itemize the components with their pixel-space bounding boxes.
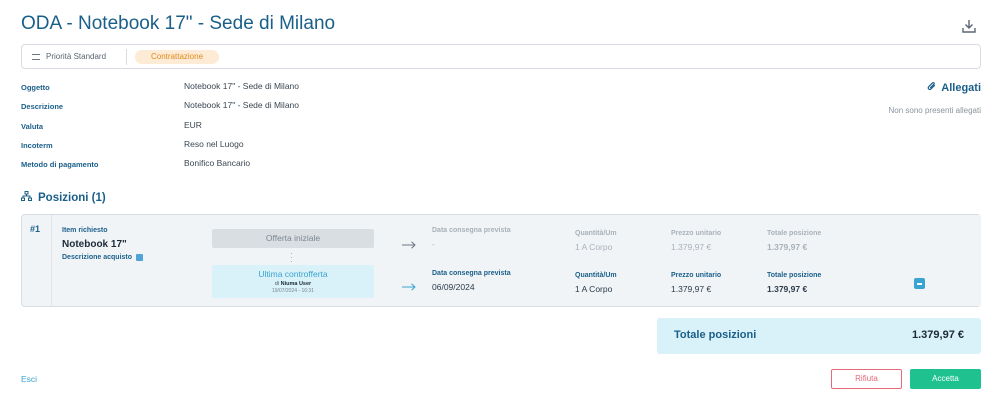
attachments-title: Allegati <box>941 82 981 94</box>
column-value: 1 A Corpo <box>575 242 613 252</box>
vertical-dots-icon: · · · <box>290 249 293 266</box>
column-header: Totale posizione <box>767 272 822 279</box>
download-icon[interactable] <box>961 18 977 34</box>
totals-label: Totale posizioni <box>674 329 757 341</box>
initial-unit-price: Prezzo unitario 1.379,97 € <box>671 230 721 252</box>
column-value: 1.379,97 € <box>671 242 712 252</box>
counteroffer-unit-price: Prezzo unitario 1.379,97 € <box>671 272 721 294</box>
field-label: Descrizione <box>21 102 64 111</box>
hierarchy-icon <box>21 191 32 204</box>
position-index: #1 <box>30 224 41 234</box>
column-header: Quantità/Um <box>575 272 617 279</box>
counteroffer-author-prefix: di <box>274 281 280 287</box>
counteroffer-datetime: 19/07/2024 - 16:31 <box>272 288 314 294</box>
attachments-header[interactable]: Allegati <box>927 81 981 95</box>
field-label: Incoterm <box>21 141 53 150</box>
counteroffer-quantity: Quantità/Um 1 A Corpo <box>575 272 617 294</box>
accept-button[interactable]: Accetta <box>910 369 981 389</box>
field-value: EUR <box>184 120 202 130</box>
field-label: Metodo di pagamento <box>21 160 99 169</box>
position-body: Item richiesto Notebook 17" Descrizione … <box>51 215 981 306</box>
column-header: Prezzo unitario <box>671 230 722 237</box>
field-label: Oggetto <box>21 83 50 92</box>
field-label: Valuta <box>21 122 44 131</box>
counteroffer-position-total: Totale posizione 1.379,97 € <box>767 272 821 294</box>
field-descrizione: Descrizione Notebook 17" - Sede di Milan… <box>21 99 421 113</box>
status-bar: Priorità Standard Contrattazione <box>21 44 981 69</box>
initial-quantity: Quantità/Um 1 A Corpo <box>575 230 617 252</box>
priority-label: Priorità Standard <box>46 52 107 61</box>
positions-title: Posizioni (1) <box>21 191 106 204</box>
page-title: ODA - Notebook 17" - Sede di Milano <box>21 13 336 34</box>
purchase-description-label: Descrizione acquisto <box>62 254 133 261</box>
arrow-right-icon <box>402 278 416 291</box>
requested-item-name: Notebook 17" <box>62 239 127 250</box>
column-header: Prezzo unitario <box>671 272 722 279</box>
field-value: Notebook 17" - Sede di Milano <box>184 81 300 91</box>
field-oggetto: Oggetto Notebook 17" - Sede di Milano <box>21 80 421 94</box>
column-value: 1.379,97 € <box>767 284 808 294</box>
last-counteroffer-box: Ultima controfferta di Niuma User 19/07/… <box>212 265 374 298</box>
priority-icon <box>32 53 40 60</box>
arrow-right-icon <box>402 236 416 249</box>
column-header: Data consegna prevista <box>432 270 511 277</box>
column-value: 06/09/2024 <box>432 282 475 292</box>
column-header: Quantità/Um <box>575 230 617 237</box>
field-incoterm: Incoterm Reso nel Luogo <box>21 138 421 152</box>
column-header: Totale posizione <box>767 230 822 237</box>
counteroffer-author: di Niuma User <box>212 281 374 287</box>
column-value: - <box>432 239 435 249</box>
counteroffer-delivery-date: Data consegna prevista 06/09/2024 <box>432 270 511 292</box>
initial-delivery-date: Data consegna prevista - <box>432 227 511 249</box>
totals-value: 1.379,97 € <box>912 329 964 341</box>
field-metodo-pagamento: Metodo di pagamento Bonifico Bancario <box>21 157 421 171</box>
expand-icon[interactable] <box>136 254 144 261</box>
divider <box>126 49 127 65</box>
field-valuta: Valuta EUR <box>21 119 421 133</box>
purchase-description-link[interactable]: Descrizione acquisto <box>62 254 144 261</box>
field-value: Bonifico Bancario <box>184 158 251 168</box>
column-value: 1.379,97 € <box>671 284 712 294</box>
field-value: Notebook 17" - Sede di Milano <box>184 100 300 110</box>
counteroffer-author-name: Niuma User <box>280 281 312 287</box>
field-value: Reso nel Luogo <box>184 139 244 149</box>
paperclip-icon <box>927 81 937 95</box>
initial-offer-box: Offerta iniziale <box>212 229 374 248</box>
attachments-empty-text: Non sono presenti allegati <box>888 106 981 115</box>
column-value: 1 A Corpo <box>575 284 613 294</box>
collapse-button[interactable] <box>914 278 925 289</box>
priority-indicator: Priorità Standard <box>32 52 106 61</box>
counteroffer-title: Ultima controfferta <box>258 269 328 279</box>
column-header: Data consegna prevista <box>432 227 511 234</box>
column-value: 1.379,97 € <box>767 242 808 252</box>
totals-box: Totale posizioni 1.379,97 € <box>657 318 981 354</box>
positions-title-label: Posizioni (1) <box>38 191 106 204</box>
requested-item-label: Item richiesto <box>62 227 108 234</box>
reject-button[interactable]: Rifiuta <box>831 369 902 389</box>
position-card: #1 Item richiesto Notebook 17" Descrizio… <box>21 214 981 307</box>
status-badge: Contrattazione <box>135 50 220 64</box>
exit-link[interactable]: Esci <box>21 374 37 384</box>
initial-position-total: Totale posizione 1.379,97 € <box>767 230 821 252</box>
